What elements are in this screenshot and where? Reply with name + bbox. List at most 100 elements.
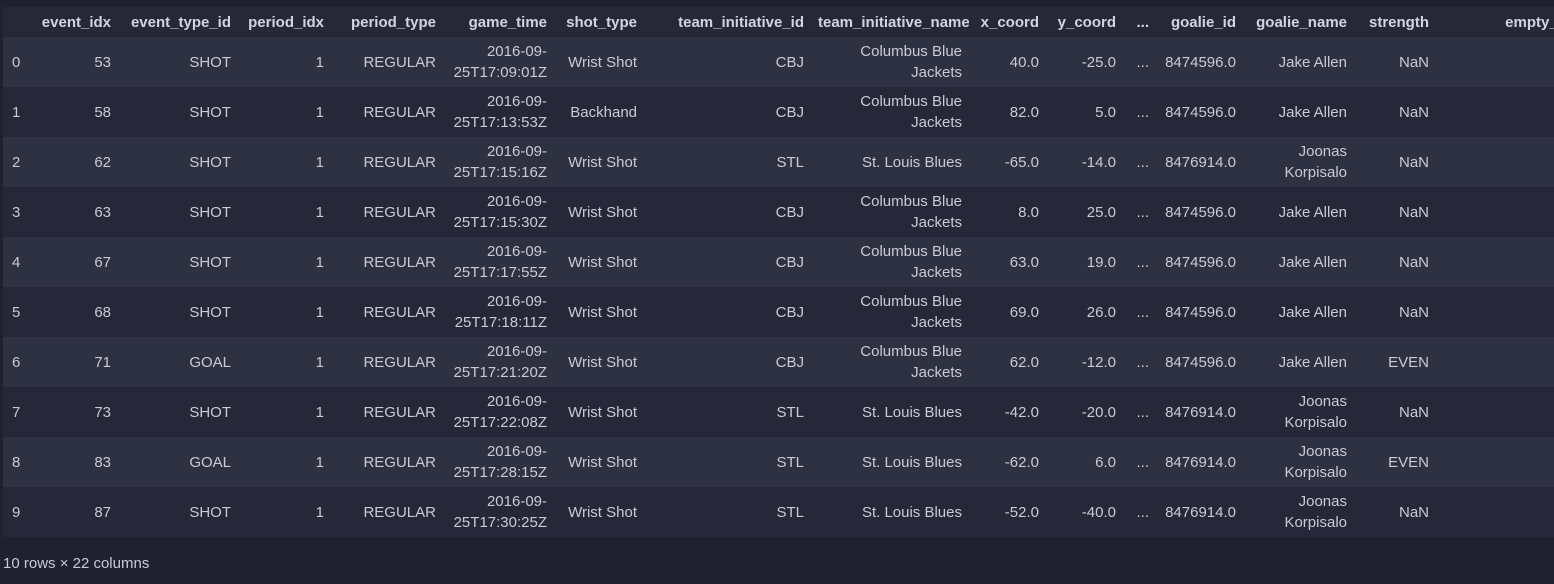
table-cell: 73: [94, 403, 111, 421]
table-cell: GOAL: [189, 453, 231, 471]
column-header: game_time: [468, 13, 547, 31]
table-cell: SHOT: [189, 253, 231, 271]
table-cell: EVEN: [1388, 353, 1429, 371]
table-cell: 8474596.0: [1165, 103, 1236, 121]
row-index-cell: 6: [12, 353, 21, 371]
table-cell: SHOT: [189, 303, 231, 321]
table-cell: 63.0: [1009, 253, 1039, 271]
row-index-cell: 5: [12, 303, 21, 321]
table-cell: 2016-09-25T17:09:01Z: [453, 43, 547, 81]
table-cell: 8474596.0: [1165, 53, 1236, 71]
table-cell: 82.0: [1009, 103, 1039, 121]
table-cell: -42.0: [1004, 403, 1039, 421]
table-cell: REGULAR: [363, 203, 436, 221]
table-cell: CBJ: [775, 53, 804, 71]
table-cell: Joonas Korpisalo: [1284, 143, 1347, 181]
table-cell: 2016-09-25T17:28:15Z: [453, 443, 547, 481]
table-cell: 8474596.0: [1165, 253, 1236, 271]
table-cell: Wrist Shot: [568, 153, 637, 171]
table-row: 8 83 GOAL 1 REGULAR 2016-09-25T17:28:15Z Wrist…: [3, 437, 1554, 487]
table-cell: -25.0: [1081, 53, 1116, 71]
table-cell: NaN: [1398, 253, 1429, 271]
table-cell: -20.0: [1081, 403, 1116, 421]
table-cell: St. Louis Blues: [861, 403, 962, 421]
table-cell: 40.0: [1009, 53, 1039, 71]
column-header: x_coord: [980, 13, 1039, 31]
table-cell: Na: [1436, 87, 1554, 137]
column-header: team_initiative_name: [818, 13, 969, 31]
table-row: 4 67 SHOT 1 REGULAR 2016-09-25T17:17:55Z Wrist…: [3, 237, 1554, 287]
table-cell: Wrist Shot: [568, 403, 637, 421]
table-summary: 10 rows × 22 columns: [3, 555, 150, 572]
column-header: team_initiative_id: [678, 13, 804, 31]
table-cell: Wrist Shot: [568, 353, 637, 371]
table-cell: 53: [94, 53, 111, 71]
table-cell: ...: [1136, 203, 1149, 221]
table-cell: 2016-09-25T17:15:16Z: [453, 143, 547, 181]
table-cell: CBJ: [775, 203, 804, 221]
table-cell: Columbus Blue Jackets: [860, 93, 962, 131]
column-header: strength: [1369, 13, 1429, 31]
table-cell: REGULAR: [363, 453, 436, 471]
table-cell: Fals: [1436, 437, 1554, 487]
table-cell: SHOT: [189, 503, 231, 521]
table-cell: Wrist Shot: [568, 503, 637, 521]
table-cell: 8476914.0: [1165, 403, 1236, 421]
table-cell: 1: [315, 53, 324, 71]
table-cell: ...: [1136, 53, 1149, 71]
table-cell: Wrist Shot: [568, 253, 637, 271]
table-cell: 62.0: [1009, 353, 1039, 371]
table-cell: Na: [1436, 37, 1554, 87]
table-cell: Jake Allen: [1278, 53, 1347, 71]
table-cell: 6.0: [1095, 453, 1116, 471]
table-cell: 71: [94, 353, 111, 371]
table-body: 0 53 SHOT 1 REGULAR 2016-09-25T17:09:01Z Wrist…: [3, 37, 1554, 537]
table-cell: 8476914.0: [1165, 453, 1236, 471]
table-cell: Jake Allen: [1278, 303, 1347, 321]
table-cell: 1: [315, 353, 324, 371]
table-cell: 8476914.0: [1165, 503, 1236, 521]
table-cell: SHOT: [189, 403, 231, 421]
table-cell: Wrist Shot: [568, 453, 637, 471]
table-cell: -52.0: [1004, 503, 1039, 521]
column-header: goalie_id: [1170, 13, 1236, 31]
table-cell: STL: [776, 153, 804, 171]
table-cell: REGULAR: [363, 53, 436, 71]
table-cell: 8474596.0: [1165, 353, 1236, 371]
table-cell: Jake Allen: [1278, 353, 1347, 371]
column-header: y_coord: [1057, 13, 1116, 31]
dataframe-table: event_idx event_type_id period_idx period_t…: [3, 7, 1554, 537]
table-cell: ...: [1136, 303, 1149, 321]
table-cell: Jake Allen: [1278, 203, 1347, 221]
table-cell: Wrist Shot: [568, 53, 637, 71]
column-header: event_type_id: [130, 13, 231, 31]
table-cell: STL: [776, 403, 804, 421]
table-cell: 87: [94, 503, 111, 521]
table-cell: St. Louis Blues: [861, 453, 962, 471]
table-header: event_idx event_type_id period_idx period_t…: [3, 7, 1554, 37]
table-cell: 1: [315, 103, 324, 121]
table-cell: 1: [315, 303, 324, 321]
table-cell: 1: [315, 153, 324, 171]
column-header: period_type: [350, 13, 436, 31]
table-cell: NaN: [1398, 403, 1429, 421]
table-row: 0 53 SHOT 1 REGULAR 2016-09-25T17:09:01Z Wrist…: [3, 37, 1554, 87]
table-cell: NaN: [1398, 203, 1429, 221]
table-cell: Jake Allen: [1278, 103, 1347, 121]
table-cell: SHOT: [189, 53, 231, 71]
table-cell: -40.0: [1081, 503, 1116, 521]
table-cell: 5.0: [1095, 103, 1116, 121]
table-row: 6 71 GOAL 1 REGULAR 2016-09-25T17:21:20Z Wrist…: [3, 337, 1554, 387]
table-cell: 83: [94, 453, 111, 471]
table-cell: NaN: [1398, 503, 1429, 521]
table-cell: NaN: [1398, 53, 1429, 71]
table-cell: NaN: [1398, 303, 1429, 321]
table-row: 1 58 SHOT 1 REGULAR 2016-09-25T17:13:53Z Backh…: [3, 87, 1554, 137]
table-cell: 1: [315, 403, 324, 421]
row-index-cell: 7: [12, 403, 21, 421]
table-cell: 8.0: [1018, 203, 1039, 221]
table-cell: REGULAR: [363, 503, 436, 521]
table-cell: 69.0: [1009, 303, 1039, 321]
table-cell: 1: [315, 253, 324, 271]
table-cell: 26.0: [1086, 303, 1116, 321]
